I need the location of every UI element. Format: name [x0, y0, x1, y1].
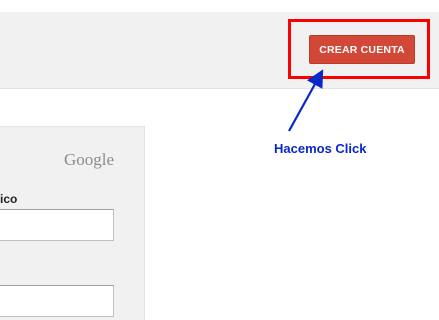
password-field[interactable] [0, 285, 114, 317]
google-brand-logo: Google [63, 150, 114, 169]
login-panel: Google ico [0, 126, 145, 320]
annotation-label: Hacemos Click [274, 141, 367, 156]
email-field[interactable] [0, 209, 114, 241]
email-field-label: ico [0, 192, 18, 206]
create-account-button[interactable]: CREAR CUENTA [309, 35, 415, 64]
